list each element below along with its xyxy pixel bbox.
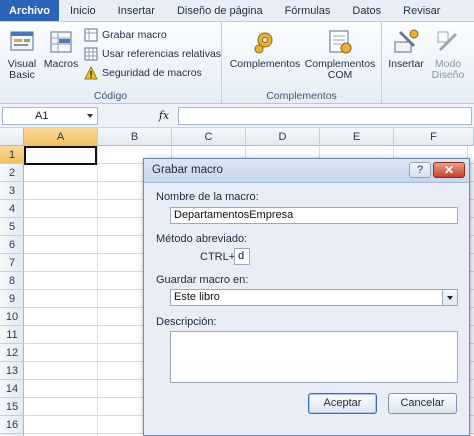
name-box-value: A1: [35, 110, 49, 122]
tab-insertar[interactable]: Insertar: [107, 0, 166, 21]
macros-icon: [50, 31, 72, 53]
column-header-e[interactable]: E: [320, 128, 394, 146]
insertar-control-label: Insertar: [388, 58, 424, 70]
com-addins-icon: [329, 30, 352, 54]
usar-referencias-button[interactable]: Usar referencias relativas: [84, 46, 221, 62]
ribbon-tabs: Archivo Inicio Insertar Diseño de página…: [0, 0, 474, 22]
complementos-button[interactable]: Complementos: [228, 28, 302, 70]
visual-basic-icon: [10, 31, 34, 51]
macros-button[interactable]: Macros: [42, 28, 80, 70]
aceptar-button[interactable]: Aceptar: [308, 393, 377, 414]
seguridad-macros-button[interactable]: Seguridad de macros: [84, 65, 202, 81]
complementos-label: Complementos: [229, 58, 301, 70]
tab-diseno-pagina[interactable]: Diseño de página: [166, 0, 274, 21]
chevron-down-icon[interactable]: [442, 290, 457, 305]
cancelar-button[interactable]: Cancelar: [388, 393, 457, 414]
column-header-c[interactable]: C: [172, 128, 246, 146]
group-complementos-label: Complementos: [266, 90, 337, 102]
design-mode-icon: [437, 31, 458, 52]
row-header-16[interactable]: 16: [0, 416, 24, 434]
row-header-7[interactable]: 7: [0, 254, 24, 272]
row-header-9[interactable]: 9: [0, 290, 24, 308]
ribbon: Visual Basic Macros Grabar macro Usar re…: [0, 22, 474, 104]
dialog-title-bar[interactable]: Grabar macro ? ✕: [144, 159, 469, 183]
macro-name-label: Nombre de la macro:: [156, 191, 259, 203]
column-headers: A B C D E F: [0, 128, 474, 146]
row-header-6[interactable]: 6: [0, 236, 24, 254]
row-headers: 1 2 3 4 5 6 7 8 9 10 11 12 13 14 15 16: [0, 146, 24, 436]
row-header-5[interactable]: 5: [0, 218, 24, 236]
modo-diseno-button[interactable]: Modo Diseño: [428, 28, 468, 81]
seguridad-macros-label: Seguridad de macros: [102, 67, 202, 79]
gears-icon: [254, 32, 273, 54]
tab-archivo[interactable]: Archivo: [0, 0, 59, 21]
relative-references-icon: [84, 47, 98, 61]
visual-basic-button[interactable]: Visual Basic: [3, 28, 41, 81]
insertar-control-button[interactable]: Insertar: [384, 28, 428, 70]
tab-formulas[interactable]: Fórmulas: [274, 0, 342, 21]
tab-datos[interactable]: Datos: [341, 0, 392, 21]
column-header-b[interactable]: B: [98, 128, 172, 146]
dialog-title: Grabar macro: [152, 164, 223, 176]
group-controles: Insertar Modo Diseño: [382, 22, 474, 104]
row-header-15[interactable]: 15: [0, 398, 24, 416]
store-macro-label: Guardar macro en:: [156, 274, 249, 286]
grabar-macro-button[interactable]: Grabar macro: [84, 27, 167, 43]
tools-icon: [394, 29, 419, 53]
formula-bar: A1 fx: [0, 104, 474, 128]
tab-inicio[interactable]: Inicio: [59, 0, 107, 21]
close-button[interactable]: ✕: [433, 162, 465, 178]
select-all-corner[interactable]: [0, 128, 24, 146]
warning-icon: [84, 66, 98, 80]
name-box-dropdown-icon[interactable]: [87, 114, 93, 118]
group-complementos: Complementos Complementos COM Complement…: [222, 22, 382, 104]
usar-referencias-label: Usar referencias relativas: [102, 48, 222, 60]
grabar-macro-dialog: Grabar macro ? ✕ Nombre de la macro: Dep…: [143, 158, 470, 436]
insert-function-button[interactable]: fx: [156, 107, 172, 125]
complementos-com-button[interactable]: Complementos COM: [302, 28, 378, 81]
group-codigo: Visual Basic Macros Grabar macro Usar re…: [0, 22, 222, 104]
shortcut-key-input[interactable]: d: [234, 248, 250, 265]
row-header-11[interactable]: 11: [0, 326, 24, 344]
row-header-8[interactable]: 8: [0, 272, 24, 290]
complementos-com-label: Complementos COM: [304, 58, 376, 81]
tab-revisar[interactable]: Revisar: [392, 0, 451, 21]
shortcut-label: Método abreviado:: [156, 233, 248, 245]
column-header-f[interactable]: F: [394, 128, 474, 146]
row-header-10[interactable]: 10: [0, 308, 24, 326]
macro-name-input[interactable]: DepartamentosEmpresa: [170, 207, 458, 224]
active-cell-a1[interactable]: [24, 146, 97, 165]
row-header-14[interactable]: 14: [0, 380, 24, 398]
record-macro-icon: [84, 28, 98, 42]
group-codigo-label: Código: [93, 90, 128, 102]
name-box[interactable]: A1: [2, 107, 98, 125]
column-header-d[interactable]: D: [246, 128, 320, 146]
row-header-2[interactable]: 2: [0, 164, 24, 182]
formula-input[interactable]: [178, 107, 472, 125]
row-header-3[interactable]: 3: [0, 182, 24, 200]
macros-label: Macros: [43, 58, 79, 70]
row-header-1[interactable]: 1: [0, 146, 24, 164]
visual-basic-label: Visual Basic: [7, 58, 37, 81]
row-header-4[interactable]: 4: [0, 200, 24, 218]
description-label: Descripción:: [156, 316, 217, 328]
description-textarea[interactable]: [170, 331, 458, 383]
row-header-13[interactable]: 13: [0, 362, 24, 380]
store-macro-value: Este libro: [174, 291, 220, 303]
modo-diseno-label: Modo Diseño: [431, 58, 465, 81]
column-header-a[interactable]: A: [24, 128, 98, 146]
store-macro-select[interactable]: Este libro: [170, 289, 458, 306]
grabar-macro-label: Grabar macro: [102, 29, 167, 41]
help-button[interactable]: ?: [409, 162, 431, 178]
ctrl-label: CTRL+: [200, 251, 236, 263]
row-header-12[interactable]: 12: [0, 344, 24, 362]
